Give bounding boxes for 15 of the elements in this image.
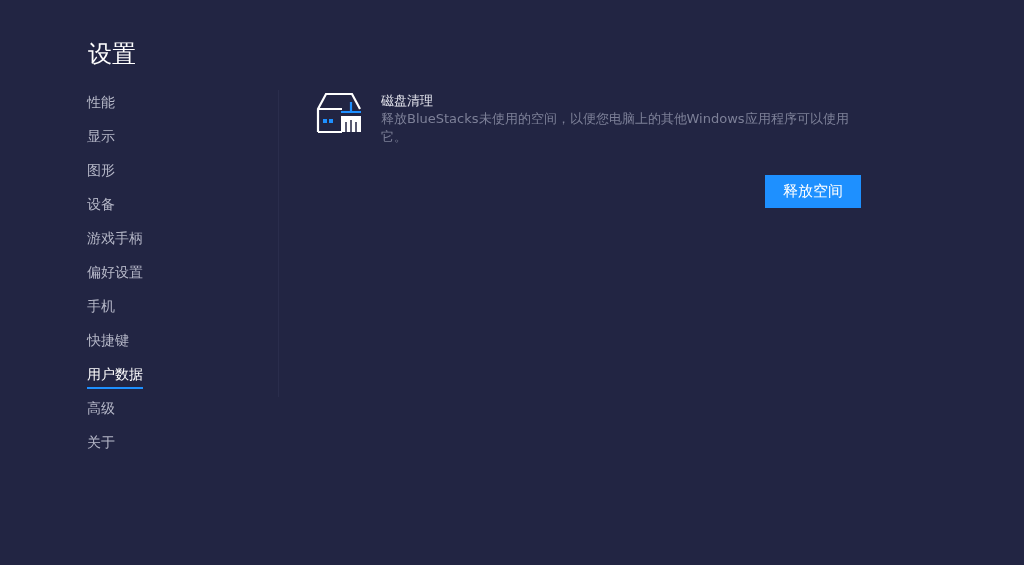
sidebar-item[interactable]: 游戏手柄 xyxy=(87,228,143,253)
disk-cleanup-icon xyxy=(316,92,364,134)
sidebar-item[interactable]: 显示 xyxy=(87,126,115,151)
sidebar-item[interactable]: 设备 xyxy=(87,194,115,219)
sidebar-item[interactable]: 性能 xyxy=(87,92,115,117)
sidebar-item[interactable]: 关于 xyxy=(87,432,115,457)
sidebar-item[interactable]: 快捷键 xyxy=(87,330,129,355)
page-title: 设置 xyxy=(88,39,137,70)
sidebar-item[interactable]: 图形 xyxy=(87,160,115,185)
sidebar-item[interactable]: 偏好设置 xyxy=(87,262,143,287)
sidebar-item[interactable]: 用户数据 xyxy=(87,364,143,389)
section-title: 磁盘清理 xyxy=(381,92,434,110)
section-description: 释放BlueStacks未使用的空间，以便您电脑上的其他Windows应用程序可以使用它。 xyxy=(381,110,850,146)
sidebar-item[interactable]: 高级 xyxy=(87,398,115,423)
sidebar-item[interactable]: 手机 xyxy=(87,296,115,321)
